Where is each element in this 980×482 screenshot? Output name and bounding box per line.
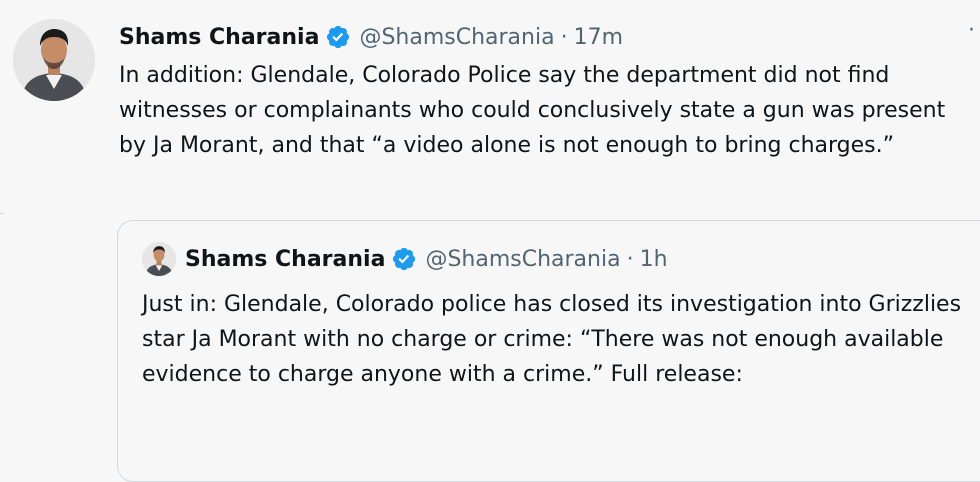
divider [0,213,4,214]
quoted-tweet-text: Just in: Glendale, Colorado police has c… [142,292,962,387]
quoted-author-name[interactable]: Shams Charania [185,247,385,272]
more-options-icon[interactable]: · [968,18,977,43]
verified-badge-icon [325,24,351,50]
tweet-text: In addition: Glendale, Colorado Police s… [119,63,946,158]
avatar[interactable] [13,19,95,101]
quoted-tweet-header: Shams Charania @ShamsCharania · 1h [185,243,668,275]
author-name[interactable]: Shams Charania [119,25,319,50]
author-handle[interactable]: @ShamsCharania [359,25,554,50]
quoted-timestamp[interactable]: 1h [640,247,668,272]
verified-badge-icon [391,246,417,272]
separator: · [626,246,634,272]
quoted-tweet[interactable]: Shams Charania @ShamsCharania · 1h Just … [117,220,980,482]
timestamp[interactable]: 17m [574,25,623,50]
tweet-header: Shams Charania @ShamsCharania · 17m [119,21,623,53]
separator: · [560,24,568,50]
quoted-avatar[interactable] [142,242,176,276]
tweet[interactable]: Shams Charania @ShamsCharania · 17m · In… [0,0,980,482]
quoted-author-handle[interactable]: @ShamsCharania [425,247,620,272]
